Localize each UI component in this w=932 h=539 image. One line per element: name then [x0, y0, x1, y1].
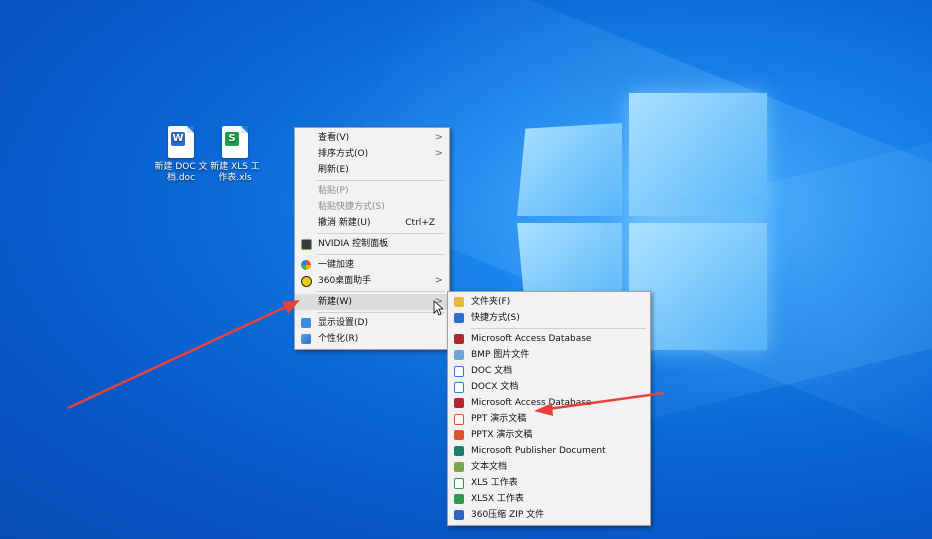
mouse-cursor-icon: [433, 300, 443, 316]
annotation-arrow-ppt: [547, 391, 665, 411]
annotation-arrowhead: [282, 300, 300, 314]
annotation-arrows: [67, 300, 665, 416]
annotation-arrowhead: [534, 403, 553, 416]
annotation-arrow-new: [67, 302, 293, 410]
